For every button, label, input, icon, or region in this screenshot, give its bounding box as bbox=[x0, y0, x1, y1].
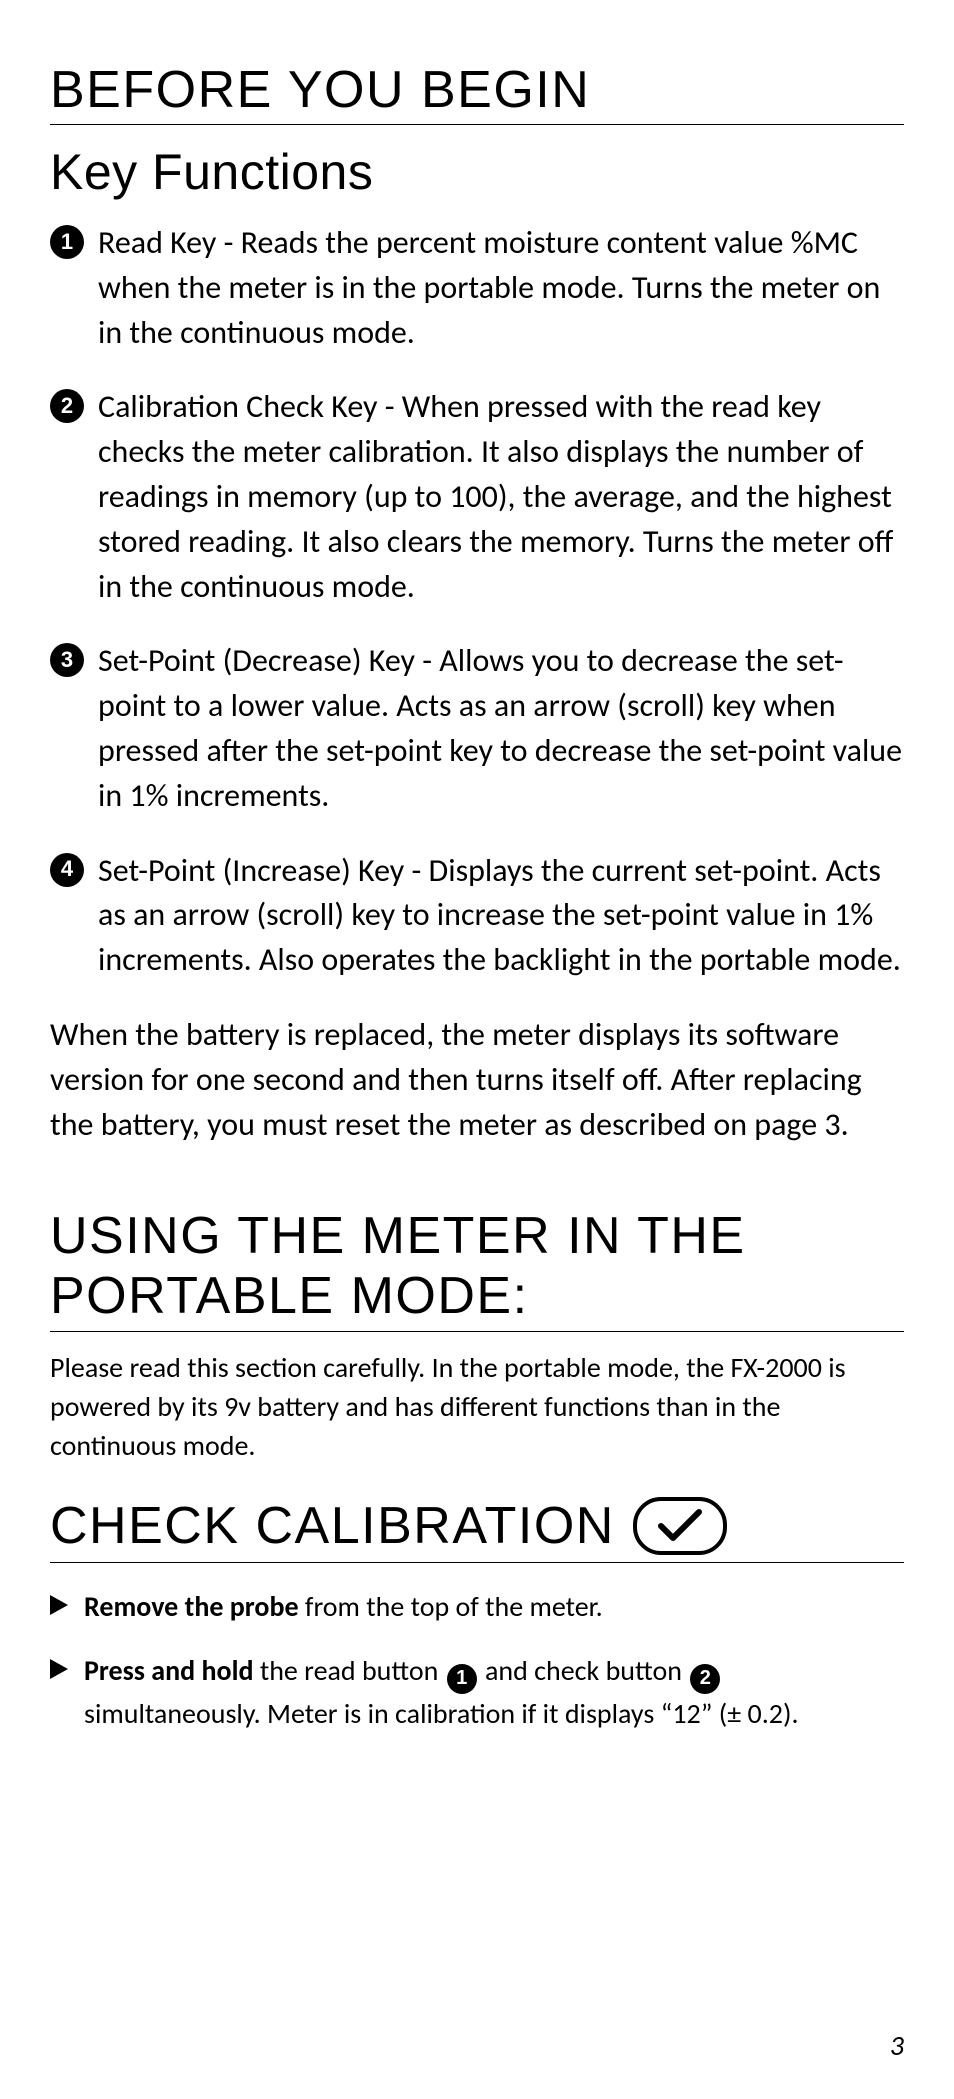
battery-note: When the battery is replaced, the meter … bbox=[50, 1013, 904, 1147]
number-badge-icon: 4 bbox=[50, 853, 84, 887]
number-badge-icon: 2 bbox=[50, 389, 84, 423]
list-item: 1 Read Key - Reads the percent moisture … bbox=[50, 221, 904, 355]
list-item: Remove the probe from the top of the met… bbox=[50, 1587, 904, 1628]
check-calibration-heading: CHECK CALIBRATION bbox=[50, 1496, 904, 1563]
section-title-using-portable: USING THE METER IN THE PORTABLE MODE: bbox=[50, 1207, 904, 1332]
subtitle-key-functions: Key Functions bbox=[50, 143, 904, 201]
step-mid: and check button bbox=[479, 1653, 689, 1688]
number-badge-icon: 1 bbox=[447, 1664, 477, 1694]
list-item: 2 Calibration Check Key - When pressed w… bbox=[50, 385, 904, 609]
number-badge-icon: 1 bbox=[50, 225, 84, 259]
step-lead: Remove the probe bbox=[84, 1589, 299, 1624]
key-functions-list: 1 Read Key - Reads the percent moisture … bbox=[50, 221, 904, 983]
step-rest: simultaneously. Meter is in calibration … bbox=[84, 1696, 799, 1731]
number-badge-icon: 2 bbox=[690, 1664, 720, 1694]
section-title-check-calibration: CHECK CALIBRATION bbox=[50, 1496, 615, 1556]
list-item: 3 Set-Point (Decrease) Key - Allows you … bbox=[50, 639, 904, 818]
list-item: 4 Set-Point (Increase) Key - Displays th… bbox=[50, 849, 904, 983]
list-item-text: Calibration Check Key - When pressed wit… bbox=[98, 387, 893, 605]
page-number: 3 bbox=[890, 2028, 904, 2063]
number-badge-icon: 3 bbox=[50, 643, 84, 677]
step-mid: the read button bbox=[254, 1653, 445, 1688]
list-item-text: Read Key - Reads the percent moisture co… bbox=[98, 223, 880, 352]
portable-intro: Please read this section carefully. In t… bbox=[50, 1348, 904, 1466]
list-item-text: Set-Point (Increase) Key - Displays the … bbox=[98, 851, 901, 980]
step-lead: Press and hold bbox=[84, 1653, 254, 1688]
checkmark-oval-icon bbox=[633, 1497, 727, 1555]
calibration-steps: Remove the probe from the top of the met… bbox=[50, 1587, 904, 1735]
step-rest: from the top of the meter. bbox=[299, 1589, 603, 1624]
list-item-text: Set-Point (Decrease) Key - Allows you to… bbox=[98, 641, 902, 814]
section-title-before-you-begin: BEFORE YOU BEGIN bbox=[50, 60, 904, 125]
list-item: Press and hold the read button 1 and che… bbox=[50, 1651, 904, 1734]
